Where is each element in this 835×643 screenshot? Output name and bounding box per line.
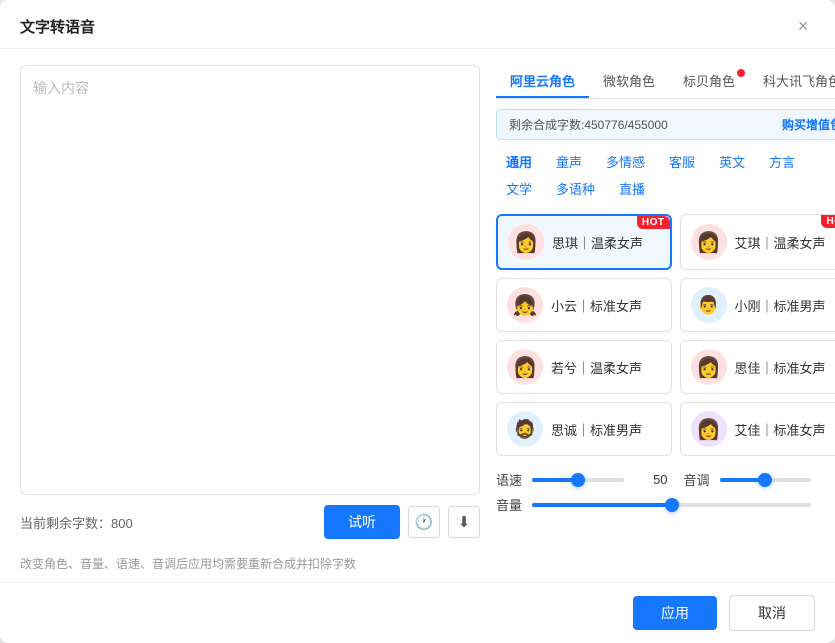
dialog: 文字转语音 × 当前剩余字数：800 试听 🕐 ⬇ bbox=[0, 0, 835, 643]
pitch-track bbox=[720, 478, 812, 482]
speed-slider-wrap[interactable] bbox=[532, 471, 624, 489]
voice-avatar: 👧 bbox=[507, 287, 543, 323]
voice-avatar: 👩 bbox=[691, 411, 727, 447]
pitch-slider-wrap[interactable] bbox=[720, 471, 812, 489]
volume-row: 音量 50 bbox=[496, 495, 835, 514]
voice-name: 若兮｜温柔女声 bbox=[551, 358, 642, 377]
category-tab-child[interactable]: 童声 bbox=[546, 148, 592, 175]
category-tabs: 通用 童声 多情感 客服 英文 方言 文学 多语种 直播 bbox=[496, 148, 835, 202]
speed-value: 50 bbox=[632, 472, 668, 487]
voice-avatar: 👩 bbox=[691, 224, 727, 260]
hot-badge: HOT bbox=[637, 216, 670, 229]
voice-card-aiqin[interactable]: 👩 艾琪｜温柔女声 HOT bbox=[680, 214, 835, 270]
voice-card-aijia[interactable]: 👩 艾佳｜标准女声 bbox=[680, 402, 835, 456]
volume-label: 音量 bbox=[496, 495, 524, 514]
speed-thumb[interactable] bbox=[571, 473, 585, 487]
sliders-area: 语速 50 音调 50 bbox=[496, 464, 835, 514]
category-tab-multilang[interactable]: 多语种 bbox=[546, 175, 605, 202]
category-tab-service[interactable]: 客服 bbox=[659, 148, 705, 175]
voice-avatar: 👨 bbox=[691, 287, 727, 323]
provider-tab-aliyun[interactable]: 阿里云角色 bbox=[496, 65, 589, 98]
footer-note: 改变角色、音量、语速、音调后应用均需要重新合成并扣除字数 bbox=[0, 555, 835, 582]
apply-button[interactable]: 应用 bbox=[633, 596, 717, 630]
pitch-label: 音调 bbox=[684, 470, 712, 489]
provider-tabs: 阿里云角色 微软角色 标贝角色 科大讯飞角色 bbox=[496, 65, 835, 99]
badge-dot bbox=[737, 69, 745, 77]
pitch-value: 50 bbox=[819, 472, 835, 487]
buy-link[interactable]: 购买增值包 bbox=[782, 116, 835, 133]
dialog-body: 当前剩余字数：800 试听 🕐 ⬇ 阿里云角色 微软角色 标贝角色 科大讯飞角色… bbox=[0, 49, 835, 555]
category-tab-live[interactable]: 直播 bbox=[609, 175, 655, 202]
info-bar: 剩余合成字数:450776/455000 购买增值包 bbox=[496, 109, 835, 140]
volume-track bbox=[532, 503, 811, 507]
voice-name: 小云｜标准女声 bbox=[551, 296, 642, 315]
hot-badge: HOT bbox=[821, 215, 835, 228]
voice-name: 思琪｜温柔女声 bbox=[552, 233, 643, 252]
voice-name: 思诚｜标准男声 bbox=[551, 420, 642, 439]
audition-button[interactable]: 试听 bbox=[324, 505, 400, 539]
provider-tab-iflytek[interactable]: 科大讯飞角色 bbox=[749, 65, 835, 98]
voice-card-xiaogang[interactable]: 👨 小刚｜标准男声 bbox=[680, 278, 835, 332]
voice-card-siqin[interactable]: 👩 思琪｜温柔女声 HOT bbox=[496, 214, 672, 270]
category-tab-emotion[interactable]: 多情感 bbox=[596, 148, 655, 175]
volume-value: 50 bbox=[819, 497, 835, 512]
voice-card-xiaoyun[interactable]: 👧 小云｜标准女声 bbox=[496, 278, 672, 332]
category-tab-literature[interactable]: 文学 bbox=[496, 175, 542, 202]
close-button[interactable]: × bbox=[791, 14, 815, 38]
footer-actions: 应用 取消 bbox=[0, 582, 835, 643]
left-actions: 试听 🕐 ⬇ bbox=[324, 505, 480, 539]
voice-card-sijia[interactable]: 👩 思佳｜标准女声 bbox=[680, 340, 835, 394]
voice-card-sicheng[interactable]: 🧔 思诚｜标准男声 bbox=[496, 402, 672, 456]
category-tab-general[interactable]: 通用 bbox=[496, 148, 542, 175]
voice-avatar: 👩 bbox=[507, 349, 543, 385]
left-footer: 当前剩余字数：800 试听 🕐 ⬇ bbox=[20, 505, 480, 539]
left-panel: 当前剩余字数：800 试听 🕐 ⬇ bbox=[20, 65, 480, 539]
voice-avatar: 👩 bbox=[691, 349, 727, 385]
voice-name: 艾琪｜温柔女声 bbox=[735, 233, 826, 252]
speed-label: 语速 bbox=[496, 470, 524, 489]
right-panel: 阿里云角色 微软角色 标贝角色 科大讯飞角色 剩余合成字数:450776/455… bbox=[496, 65, 835, 539]
cancel-button[interactable]: 取消 bbox=[729, 595, 815, 631]
speed-track bbox=[532, 478, 624, 482]
voice-name: 小刚｜标准男声 bbox=[735, 296, 826, 315]
volume-slider-wrap[interactable] bbox=[532, 496, 811, 514]
dialog-title: 文字转语音 bbox=[20, 16, 95, 37]
provider-tab-microsoft[interactable]: 微软角色 bbox=[589, 65, 669, 98]
text-area-wrap bbox=[20, 65, 480, 495]
pitch-thumb[interactable] bbox=[758, 473, 772, 487]
voice-avatar: 🧔 bbox=[507, 411, 543, 447]
voice-avatar: 👩 bbox=[508, 224, 544, 260]
download-button[interactable]: ⬇ bbox=[448, 506, 480, 538]
voice-card-ruoxi[interactable]: 👩 若兮｜温柔女声 bbox=[496, 340, 672, 394]
volume-fill bbox=[532, 503, 672, 507]
text-input[interactable] bbox=[21, 66, 479, 494]
info-bar-text: 剩余合成字数:450776/455000 bbox=[509, 116, 668, 133]
history-button[interactable]: 🕐 bbox=[408, 506, 440, 538]
volume-thumb[interactable] bbox=[665, 498, 679, 512]
category-tab-dialect[interactable]: 方言 bbox=[759, 148, 805, 175]
category-tab-english[interactable]: 英文 bbox=[709, 148, 755, 175]
dialog-header: 文字转语音 × bbox=[0, 0, 835, 49]
voice-grid: 👩 思琪｜温柔女声 HOT 👩 艾琪｜温柔女声 HOT 👧 小云｜标准女声 👨 … bbox=[496, 214, 835, 456]
char-count: 当前剩余字数：800 bbox=[20, 513, 133, 532]
voice-name: 思佳｜标准女声 bbox=[735, 358, 826, 377]
speed-pitch-row: 语速 50 音调 50 bbox=[496, 470, 835, 489]
provider-tab-biaobeui[interactable]: 标贝角色 bbox=[669, 65, 749, 98]
voice-name: 艾佳｜标准女声 bbox=[735, 420, 826, 439]
